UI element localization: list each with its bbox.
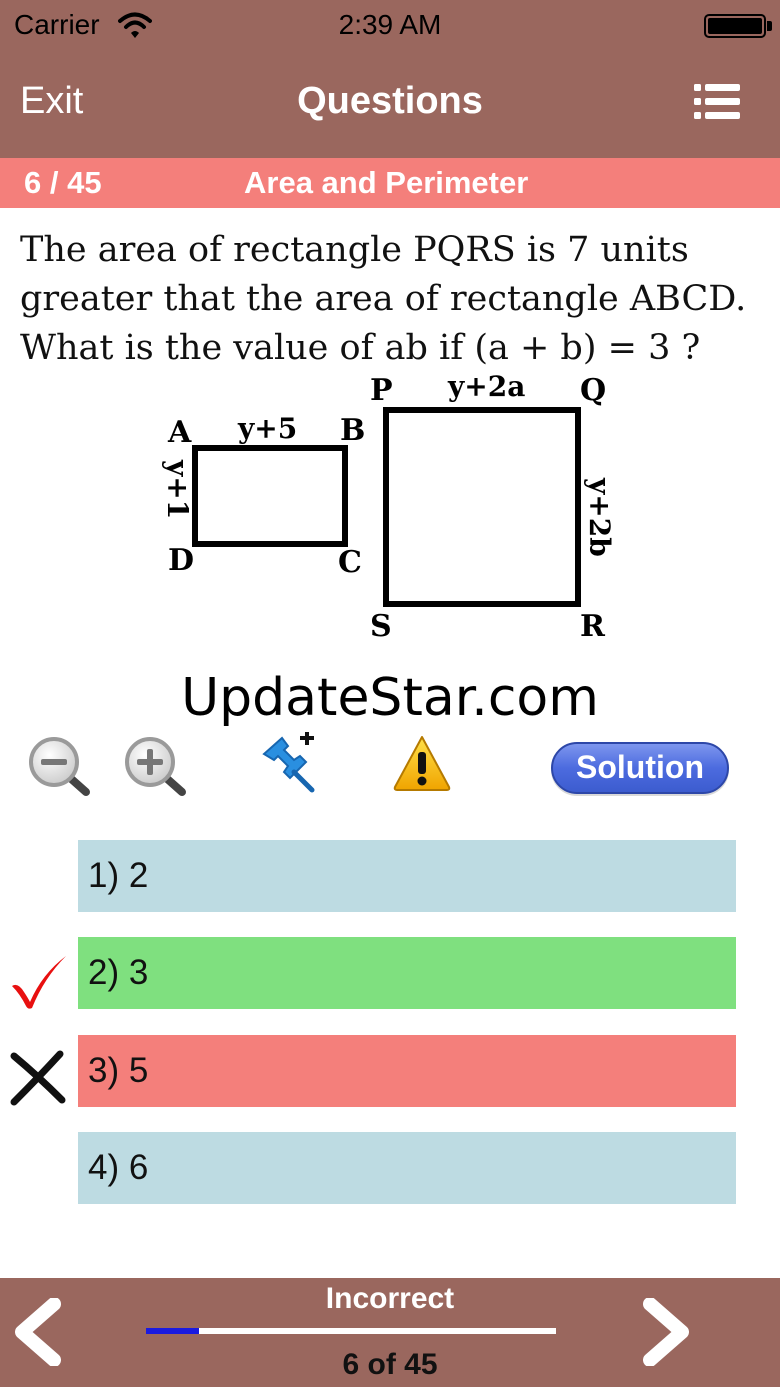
label-q: Q [580,373,606,408]
question-text: The area of rectangle PQRS is 7 units gr… [20,230,747,368]
question-number: 6 / 45 [24,165,102,200]
category-bar: 6 / 45 Area and Perimeter [0,158,780,208]
answer-option-2[interactable]: 2) 3 [78,937,736,1009]
answer-option-3[interactable]: 3) 5 [78,1035,736,1107]
progress-bar [146,1328,556,1334]
footer-bar: Incorrect 6 of 45 [0,1278,780,1387]
pin-add-icon[interactable] [260,732,320,794]
label-r: R [580,609,606,644]
label-y-plus-2b: y+2b [583,477,616,557]
zoom-in-icon[interactable] [122,734,188,798]
status-time: 2:39 AM [338,9,442,40]
header: Carrier 2:39 AM Exit Questions [0,0,780,158]
label-b: B [340,413,365,448]
battery-tip [767,21,772,31]
rectangle-pqrs [383,407,581,607]
progress-fill [146,1328,200,1334]
label-s: S [370,609,392,644]
label-a: A [167,415,192,450]
solution-button[interactable]: Solution [551,742,729,794]
label-c: C [338,545,362,580]
list-icon[interactable] [694,82,740,122]
page-title: Questions [297,80,483,122]
answer-option-1[interactable]: 1) 2 [78,840,736,912]
label-y-plus-2a: y+2a [447,370,525,403]
label-y-plus-5: y+5 [237,412,297,445]
zoom-out-icon[interactable] [26,734,92,798]
nav-bar: Exit Questions [0,56,780,158]
watermark: UpdateStar.com [181,668,599,728]
label-y-plus-1: y+1 [161,459,194,519]
label-p: P [370,373,393,408]
battery-icon [704,14,766,38]
answer-option-4[interactable]: 4) 6 [78,1132,736,1204]
question-diagram: A B D C y+5 y+1 P Q S R y+2a y+2b [161,370,616,644]
label-d: D [168,543,194,578]
category-title: Area and Perimeter [244,165,529,200]
cross-icon [10,1050,66,1106]
rectangle-abcd [192,445,348,547]
warning-icon[interactable] [392,734,452,792]
status-bar: Carrier 2:39 AM [0,0,780,56]
checkmark-icon [12,956,66,1009]
chevron-right-icon[interactable] [636,1298,696,1366]
